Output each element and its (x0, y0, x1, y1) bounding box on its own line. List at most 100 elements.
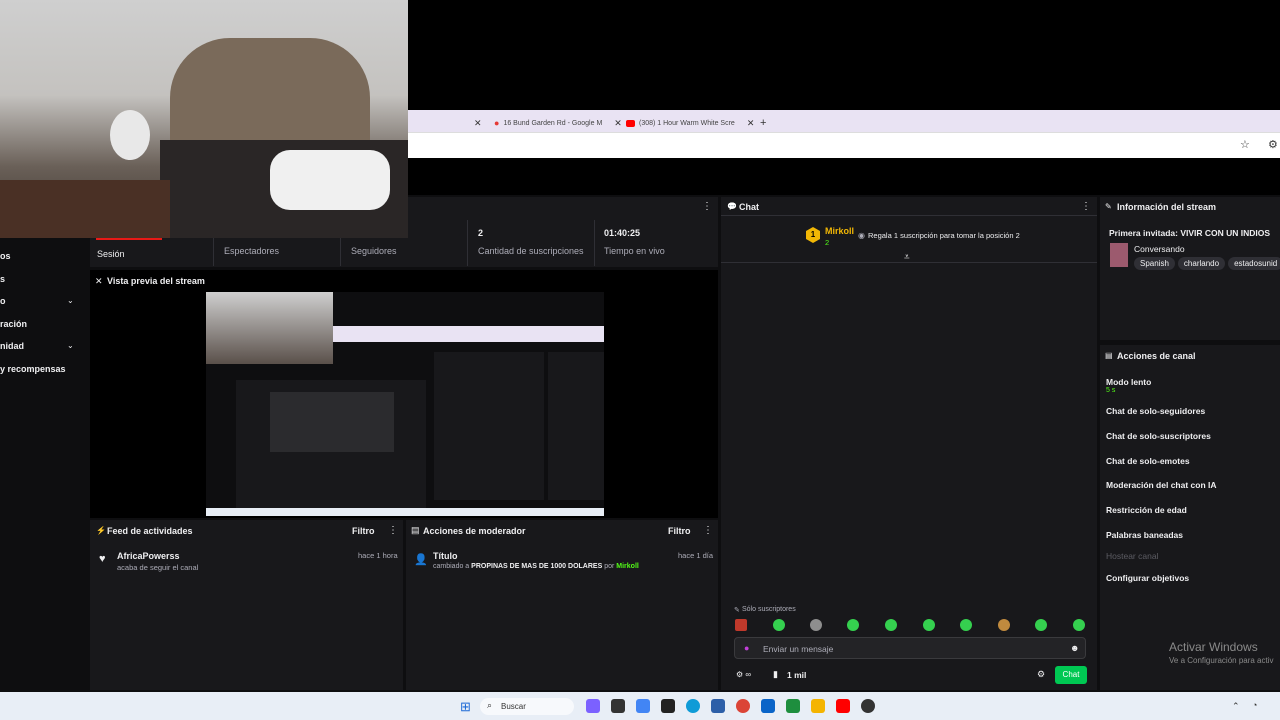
copilot-icon[interactable] (586, 699, 600, 713)
chrome-icon[interactable] (736, 699, 750, 713)
menu-icon[interactable]: ⋮ (703, 525, 713, 536)
mod-filter-button[interactable]: Filtro (668, 526, 691, 536)
followers-only-toggle[interactable]: Chat de solo-seguidores (1106, 406, 1205, 416)
emote-3[interactable] (810, 619, 822, 631)
tag-chip[interactable]: Spanish (1134, 257, 1175, 270)
task-view-icon[interactable] (611, 699, 625, 713)
subs-only-icon: ✎ (734, 607, 740, 614)
menu-icon[interactable]: ⋮ (1081, 201, 1091, 212)
taskbar-search[interactable]: ⌕ Buscar (480, 698, 574, 715)
windows-start-icon[interactable]: ⊞ (460, 699, 471, 715)
lamp (110, 110, 150, 160)
tab-close-icon[interactable]: ✕ (474, 114, 482, 132)
sidebar-item-1[interactable]: os (0, 251, 11, 261)
subscribers-only-toggle[interactable]: Chat de solo-suscriptores (1106, 431, 1211, 441)
browser-tabbar: ✕ ● 16 Bund Garden Rd - Google M ✕ (308)… (408, 110, 1280, 132)
tray-chevron-icon[interactable]: ⌃ (1232, 701, 1240, 712)
configure-goals-button[interactable]: Configurar objetivos (1106, 573, 1189, 583)
preview-browser-bar (333, 326, 604, 342)
chevron-down-icon[interactable]: ⌄ (67, 341, 74, 350)
app-icon[interactable] (636, 699, 650, 713)
emote-2[interactable] (773, 619, 785, 631)
viewers-icon: ▮ (773, 669, 778, 679)
stats-menu-icon[interactable]: ⋮ (702, 201, 712, 212)
chat-message-input[interactable]: ● Enviar un mensaje ☻ (734, 637, 1086, 659)
divider (467, 220, 468, 266)
tab-maps[interactable]: ● 16 Bund Garden Rd - Google M ✕ (494, 114, 622, 132)
sheets-icon[interactable] (786, 699, 800, 713)
obs-icon[interactable] (661, 699, 675, 713)
bookmark-star-icon[interactable]: ☆ (1240, 138, 1250, 151)
user-edit-icon: 👤 (414, 554, 428, 566)
close-icon[interactable]: ✕ (747, 118, 755, 129)
actions-icon: ▤ (1105, 351, 1113, 360)
app-icon[interactable] (861, 699, 875, 713)
category-name[interactable]: Conversando (1134, 244, 1185, 254)
preview-actions (548, 352, 604, 500)
new-tab-button[interactable]: + (760, 114, 766, 132)
emote-8[interactable] (998, 619, 1010, 631)
activation-watermark: Activar Windows Ve a Configuración para … (1169, 640, 1274, 665)
divider (594, 220, 595, 266)
emote-7[interactable] (960, 619, 972, 631)
tab-youtube[interactable]: (308) 1 Hour Warm White Scre ✕ (626, 114, 754, 132)
store-icon[interactable] (711, 699, 725, 713)
gear-icon[interactable]: ⚙ (1037, 669, 1045, 680)
ai-moderation-toggle[interactable]: Moderación del chat con IA (1106, 480, 1217, 490)
leader-name[interactable]: Mirkoll (825, 226, 854, 236)
mod-action-prefix: cambiado a (433, 563, 470, 570)
emote-5[interactable] (885, 619, 897, 631)
sidebar-item-2[interactable]: s (0, 274, 5, 284)
stream-preview-title: Vista previa del stream (107, 276, 205, 286)
age-restriction-toggle[interactable]: Restricción de edad (1106, 505, 1187, 515)
stream-preview-video[interactable] (206, 292, 604, 516)
chat-input-placeholder: Enviar un mensaje (763, 644, 834, 654)
activity-time: hace 1 hora (358, 551, 398, 560)
close-icon[interactable]: ✕ (614, 118, 622, 129)
mod-action-heading: Título (433, 551, 458, 561)
nightstand (0, 180, 170, 238)
preview-taskbar (206, 508, 604, 516)
folder-icon[interactable] (811, 699, 825, 713)
emotes-only-toggle[interactable]: Chat de solo-emotes (1106, 456, 1190, 466)
stream-info-title: Información del stream (1117, 202, 1217, 212)
collapse-icon[interactable]: ✕ (95, 276, 103, 287)
emote-10[interactable] (1073, 619, 1085, 631)
mod-action-user[interactable]: Mirkoll (616, 563, 639, 570)
sidebar-item-6[interactable]: y recompensas (0, 364, 66, 374)
microphone-icon[interactable]: ● (744, 643, 749, 653)
tag-chip[interactable]: charlando (1177, 257, 1226, 270)
mail-icon[interactable] (761, 699, 775, 713)
slow-mode-toggle[interactable]: Modo lento (1106, 377, 1151, 387)
sidebar-item-4[interactable]: ración (0, 319, 27, 329)
gift-text[interactable]: Regala 1 suscripción para tomar la posic… (868, 231, 1020, 240)
emote-9[interactable] (1035, 619, 1047, 631)
watermark-line1: Activar Windows (1169, 640, 1258, 654)
leader-count: 2 (825, 238, 830, 247)
menu-icon[interactable]: ⋮ (388, 525, 398, 536)
emote-1[interactable] (735, 619, 747, 631)
chat-title: Chat (739, 202, 759, 212)
sidebar-item-5[interactable]: nidad (0, 341, 24, 351)
banned-words-button[interactable]: Palabras baneadas (1106, 530, 1183, 540)
settings-users-icon[interactable]: ⚙ ∞ (736, 670, 751, 679)
emoji-icon[interactable]: ☻ (1070, 643, 1079, 653)
youtube-app-icon[interactable] (836, 699, 850, 713)
activity-user[interactable]: AfricaPowerss (117, 551, 180, 561)
extensions-icon[interactable]: ⚙ (1268, 138, 1278, 151)
edge-icon[interactable] (686, 699, 700, 713)
tag-list: Spanish charlando estadosunid (1134, 257, 1280, 270)
sidebar-item-3[interactable]: o (0, 296, 6, 306)
emote-6[interactable] (923, 619, 935, 631)
activity-filter-button[interactable]: Filtro (352, 526, 375, 536)
mod-actions-panel (406, 520, 718, 690)
wifi-icon[interactable]: ◔ (1252, 700, 1257, 710)
maps-pin-icon: ● (494, 118, 500, 128)
gift-icon: ◉ (858, 231, 865, 240)
tag-chip[interactable]: estadosunid (1228, 257, 1280, 270)
address-bar[interactable] (408, 132, 1280, 158)
live-time-label: Tiempo en vivo (604, 246, 665, 256)
emote-4[interactable] (847, 619, 859, 631)
chevron-down-icon[interactable]: ⌄ (67, 296, 74, 305)
chat-send-button[interactable]: Chat (1055, 666, 1087, 684)
